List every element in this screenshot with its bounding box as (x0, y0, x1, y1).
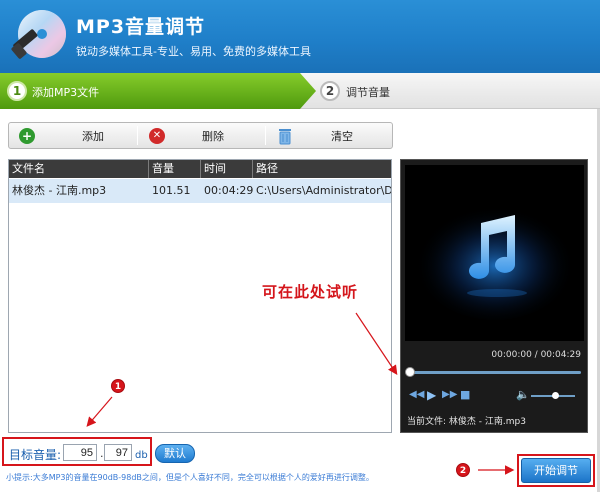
default-button[interactable]: 默认 (155, 444, 195, 463)
annotation-text: 可在此处试听 (262, 283, 359, 301)
app-header: MP3音量调节 锐动多媒体工具-专业、易用、免费的多媒体工具 (0, 0, 600, 73)
step1-label[interactable]: 添加MP3文件 (32, 84, 99, 100)
cell-volume: 101.51 (152, 184, 191, 197)
toolbar-divider (137, 126, 138, 145)
toolbar-divider (265, 126, 266, 145)
volume-decimal-input[interactable] (104, 444, 132, 461)
step-bar: 1 添加MP3文件 2 调节音量 (0, 73, 600, 109)
column-header-volume[interactable]: 音量 (149, 160, 201, 178)
speaker-cd-logo-icon (11, 10, 66, 59)
table-row[interactable]: 林俊杰 - 江南.mp3 101.51 00:04:29 C:\Users\Ad… (9, 179, 391, 203)
step2-label[interactable]: 调节音量 (346, 84, 390, 100)
plus-circle-icon: + (19, 127, 35, 144)
add-button[interactable]: + 添加 (19, 123, 137, 148)
progress-bar[interactable] (407, 371, 581, 374)
volume-slider-handle[interactable] (552, 392, 559, 399)
decimal-separator: . (100, 447, 104, 460)
add-button-label: 添加 (82, 129, 104, 143)
step-badge-1: 1 (111, 379, 125, 393)
delete-button[interactable]: ✕ 删除 (149, 123, 267, 148)
file-toolbar: + 添加 ✕ 删除 清空 (8, 122, 393, 149)
column-header-path[interactable]: 路径 (253, 160, 391, 178)
speaker-icon[interactable]: 🔈 (516, 389, 530, 401)
stop-icon[interactable]: ■ (460, 389, 470, 401)
volume-integer-input[interactable] (63, 444, 97, 461)
player-display (405, 165, 584, 341)
fast-forward-icon[interactable]: ▶▶ (442, 389, 457, 401)
cell-time: 00:04:29 (204, 184, 253, 197)
audio-player: 00:00:00 / 00:04:29 ◀◀ ▶ ▶▶ ■ 🔈 当前文件: 林俊… (400, 159, 588, 433)
rewind-icon[interactable]: ◀◀ (409, 389, 424, 401)
delete-button-label: 删除 (202, 129, 224, 143)
step2-number: 2 (320, 81, 340, 101)
target-volume-label: 目标音量: (9, 448, 62, 462)
start-adjust-button[interactable]: 开始调节 (521, 458, 591, 483)
trash-icon (279, 128, 291, 144)
music-note-icon (405, 165, 584, 341)
column-header-filename[interactable]: 文件名 (9, 160, 149, 178)
progress-handle[interactable] (405, 367, 415, 377)
step1-number: 1 (7, 81, 27, 101)
step-badge-2: 2 (456, 463, 470, 477)
db-unit-label: db (135, 450, 148, 461)
current-file-label: 当前文件: 林俊杰 - 江南.mp3 (407, 417, 526, 427)
x-circle-icon: ✕ (149, 127, 165, 144)
clear-button[interactable]: 清空 (277, 123, 387, 148)
play-icon[interactable]: ▶ (427, 389, 436, 401)
target-volume-box: 目标音量: . db (2, 437, 152, 466)
tip-text: 小提示:大多MP3的音量在90dB-98dB之间，但是个人喜好不同，完全可以根据… (6, 473, 374, 482)
cell-path: C:\Users\Administrator\D... (256, 184, 391, 197)
table-header: 文件名 音量 时间 路径 (9, 160, 391, 178)
time-readout: 00:00:00 / 00:04:29 (491, 350, 581, 360)
column-header-time[interactable]: 时间 (201, 160, 253, 178)
app-title: MP3音量调节 (76, 16, 206, 38)
app-subtitle: 锐动多媒体工具-专业、易用、免费的多媒体工具 (76, 45, 311, 58)
clear-button-label: 清空 (331, 129, 353, 143)
cell-filename: 林俊杰 - 江南.mp3 (12, 184, 107, 197)
